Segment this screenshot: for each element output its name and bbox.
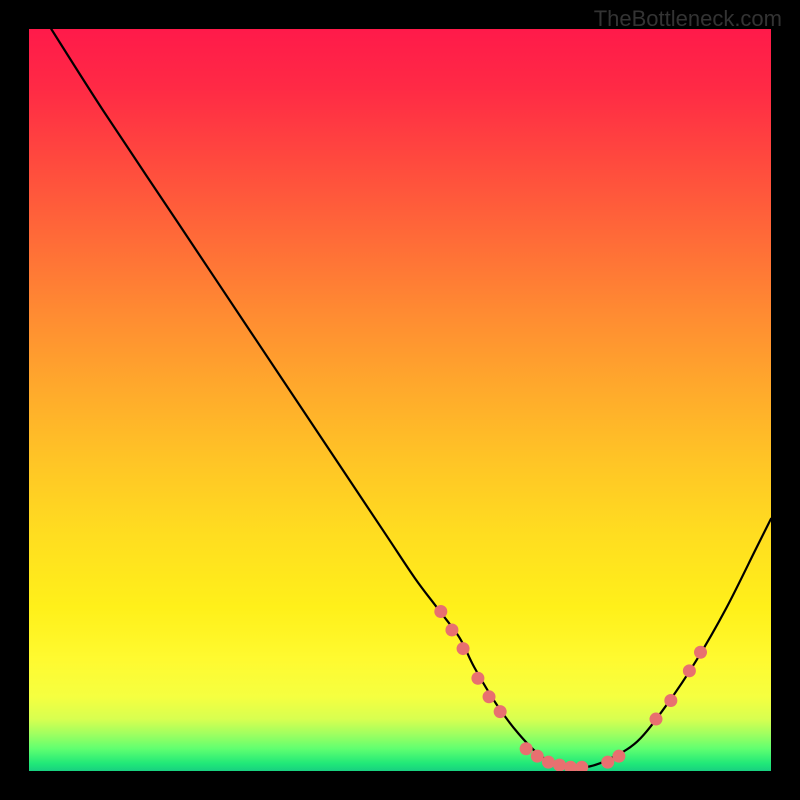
data-point	[612, 750, 625, 763]
data-point	[520, 742, 533, 755]
curve-markers	[434, 605, 707, 771]
plot-area	[29, 29, 771, 771]
data-point	[531, 750, 544, 763]
data-point	[649, 713, 662, 726]
data-point	[575, 761, 588, 771]
data-point	[434, 605, 447, 618]
data-point	[457, 642, 470, 655]
data-point	[553, 759, 566, 771]
chart-svg	[29, 29, 771, 771]
bottleneck-curve	[51, 29, 771, 768]
data-point	[694, 646, 707, 659]
data-point	[483, 690, 496, 703]
data-point	[683, 664, 696, 677]
watermark-text: TheBottleneck.com	[594, 6, 782, 32]
data-point	[471, 672, 484, 685]
data-point	[664, 694, 677, 707]
data-point	[445, 624, 458, 637]
data-point	[494, 705, 507, 718]
data-point	[564, 761, 577, 771]
data-point	[601, 756, 614, 769]
data-point	[542, 756, 555, 769]
